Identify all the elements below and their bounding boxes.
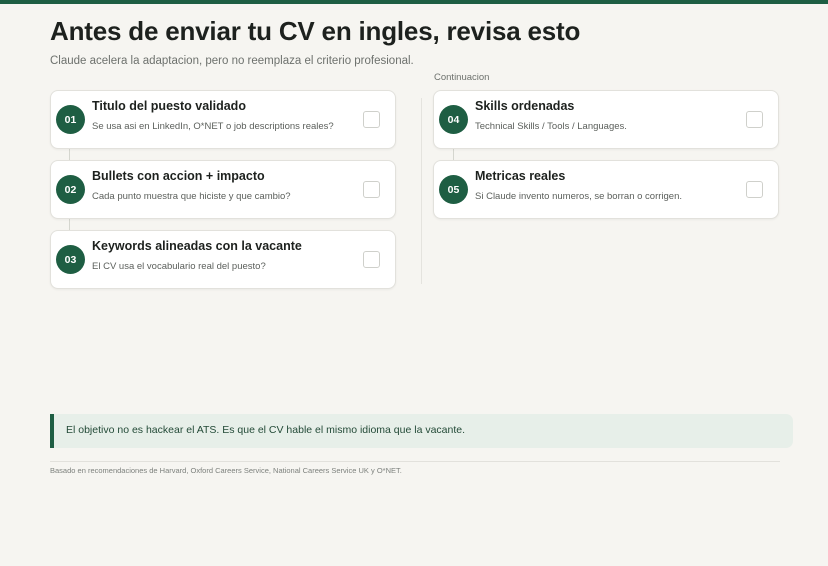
step-number-badge: 04 xyxy=(439,105,468,134)
page-title: Antes de enviar tu CV en ingles, revisa … xyxy=(50,16,581,46)
page-subtitle: Claude acelera la adaptacion, pero no re… xyxy=(50,55,414,67)
item-description: Technical Skills / Tools / Languages. xyxy=(475,121,627,132)
step-connector xyxy=(69,148,70,160)
step-number-badge: 05 xyxy=(439,175,468,204)
checklist-item-04: 04 Skills ordenadas Technical Skills / T… xyxy=(433,90,779,149)
step-connector xyxy=(453,148,454,160)
step-number-badge: 03 xyxy=(56,245,85,274)
item-title: Skills ordenadas xyxy=(475,99,575,113)
footer-divider xyxy=(50,461,780,462)
item-title: Metricas reales xyxy=(475,169,566,183)
checklist-item-01: 01 Titulo del puesto validado Se usa asi… xyxy=(50,90,396,149)
step-number-badge: 01 xyxy=(56,105,85,134)
callout-text: El objetivo no es hackear el ATS. Es que… xyxy=(66,424,466,436)
checklist-item-02: 02 Bullets con accion + impacto Cada pun… xyxy=(50,160,396,219)
item-checkbox[interactable] xyxy=(363,251,380,268)
step-connector xyxy=(69,218,70,230)
item-title: Titulo del puesto validado xyxy=(92,99,246,113)
item-checkbox[interactable] xyxy=(363,111,380,128)
item-checkbox[interactable] xyxy=(363,181,380,198)
checklist-item-05: 05 Metricas reales Si Claude invento num… xyxy=(433,160,779,219)
callout-note: El objetivo no es hackear el ATS. Es que… xyxy=(50,414,793,448)
column-divider xyxy=(421,98,422,284)
footer-sources: Basado en recomendaciones de Harvard, Ox… xyxy=(50,466,402,475)
item-title: Bullets con accion + impacto xyxy=(92,169,265,183)
item-title: Keywords alineadas con la vacante xyxy=(92,239,302,253)
item-description: Se usa asi en LinkedIn, O*NET o job desc… xyxy=(92,121,334,132)
continuation-label: Continuacion xyxy=(434,72,490,83)
checklist-item-03: 03 Keywords alineadas con la vacante El … xyxy=(50,230,396,289)
step-number-badge: 02 xyxy=(56,175,85,204)
item-checkbox[interactable] xyxy=(746,111,763,128)
top-accent-bar xyxy=(0,0,828,4)
item-description: Si Claude invento numeros, se borran o c… xyxy=(475,191,683,202)
item-description: Cada punto muestra que hiciste y que cam… xyxy=(92,191,291,202)
item-description: El CV usa el vocabulario real del puesto… xyxy=(92,261,266,272)
item-checkbox[interactable] xyxy=(746,181,763,198)
